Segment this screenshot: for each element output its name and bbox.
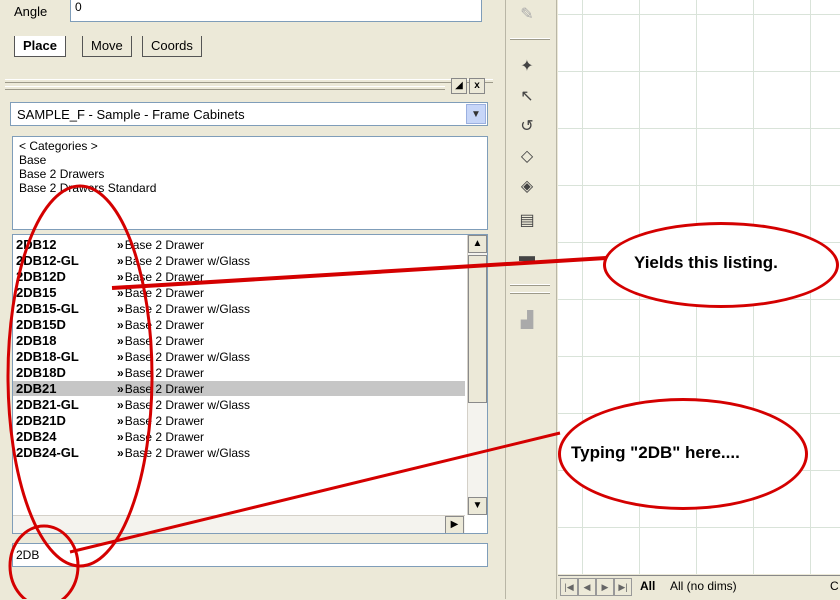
pointer-line-top	[111, 256, 607, 290]
callout-bottom-text: Typing "2DB" here....	[571, 443, 740, 462]
callout-top-text: Yields this listing.	[634, 253, 778, 272]
callout-top: Yields this listing.	[603, 222, 839, 308]
pointer-line-bottom	[69, 431, 561, 554]
code-column-highlight	[6, 184, 154, 568]
callout-bottom: Typing "2DB" here....	[558, 398, 808, 510]
